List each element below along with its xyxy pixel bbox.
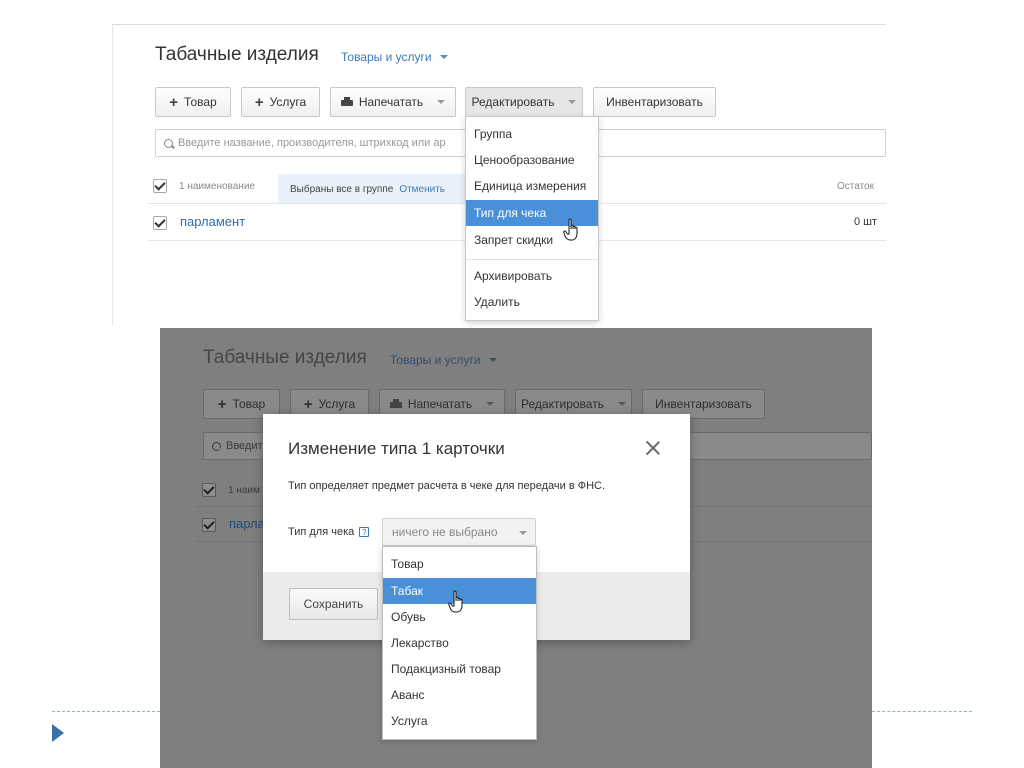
- bottom-screenshot: Табачные изделия Товары и услуги + Товар…: [160, 328, 872, 768]
- chevron-down-icon: [437, 100, 446, 104]
- page-title: Табачные изделия: [203, 347, 367, 368]
- product-name-link[interactable]: парламент: [180, 214, 245, 229]
- printer-icon: [340, 97, 353, 107]
- stock-column-header: Остаток: [837, 181, 874, 192]
- save-button[interactable]: Сохранить: [289, 588, 378, 620]
- edit-button[interactable]: Редактировать: [465, 87, 583, 117]
- print-label: Напечатать: [358, 95, 424, 109]
- close-icon[interactable]: [644, 439, 662, 457]
- chevron-down-icon: [519, 531, 527, 535]
- decorative-line: [52, 711, 160, 712]
- plus-icon: +: [254, 93, 264, 111]
- print-button[interactable]: Напечатать: [330, 87, 456, 117]
- add-service-label: Услуга: [269, 95, 307, 109]
- frame-border: [112, 24, 886, 25]
- option-medicine[interactable]: Лекарство: [383, 630, 536, 656]
- hand-cursor-icon: [448, 590, 463, 613]
- inventory-label: Инвентаризовать: [655, 397, 752, 411]
- frame-border: [112, 24, 113, 326]
- modal-description: Тип определяет предмет расчета в чеке дл…: [288, 480, 606, 492]
- add-product-button[interactable]: + Товар: [155, 87, 231, 117]
- triangle-bullet-icon: [52, 724, 64, 742]
- decorative-line: [872, 711, 972, 712]
- receipt-type-label: Тип для чека ?: [288, 526, 370, 538]
- selection-text: Выбраны все в группе: [290, 183, 394, 195]
- option-advance[interactable]: Аванс: [383, 682, 536, 708]
- add-product-label: Товар: [184, 95, 217, 109]
- printer-icon: [389, 399, 402, 409]
- menu-item-archive[interactable]: Архивировать: [466, 263, 598, 289]
- search-placeholder: Введите название, производителя, штрихко…: [178, 137, 446, 149]
- menu-item-unit[interactable]: Единица измерения: [466, 173, 598, 199]
- plus-icon: +: [217, 395, 227, 413]
- help-icon[interactable]: ?: [359, 527, 370, 537]
- menu-item-pricing[interactable]: Ценообразование: [466, 147, 598, 173]
- select-value: ничего не выбрано: [392, 525, 498, 539]
- chevron-down-icon: [486, 402, 495, 406]
- search-icon: [164, 138, 173, 148]
- page-title: Табачные изделия: [155, 44, 319, 65]
- edit-label: Редактировать: [471, 95, 555, 109]
- print-label: Напечатать: [407, 397, 473, 411]
- add-service-label: Услуга: [318, 397, 356, 411]
- category-label: Товары и услуги: [390, 353, 481, 367]
- edit-label: Редактировать: [521, 397, 604, 411]
- chevron-down-icon: [617, 402, 626, 406]
- receipt-type-select[interactable]: ничего не выбрано: [382, 518, 536, 546]
- menu-item-group[interactable]: Группа: [466, 121, 598, 147]
- category-dropdown[interactable]: Товары и услуги: [341, 50, 448, 64]
- modal-title: Изменение типа 1 карточки: [288, 439, 505, 458]
- top-screenshot: Табачные изделия Товары и услуги + Товар…: [112, 24, 886, 326]
- cancel-selection-link[interactable]: Отменить: [399, 184, 445, 195]
- receipt-type-label-text: Тип для чека: [288, 526, 355, 538]
- chevron-down-icon: [568, 100, 577, 104]
- menu-item-delete[interactable]: Удалить: [466, 289, 598, 315]
- search-icon: [212, 441, 221, 451]
- items-count: 1 наименование: [179, 181, 255, 192]
- add-service-button[interactable]: + Услуга: [241, 87, 320, 117]
- receipt-type-options: Товар Табак Обувь Лекарство Подакцизный …: [382, 546, 537, 740]
- plus-icon: +: [303, 395, 313, 413]
- selection-bar: Выбраны все в группе Отменить: [278, 174, 466, 204]
- chevron-down-icon: [488, 358, 497, 362]
- plus-icon: +: [169, 93, 179, 111]
- chevron-down-icon: [439, 55, 448, 59]
- inventory-label: Инвентаризовать: [606, 95, 703, 109]
- hand-cursor-icon: [563, 218, 578, 241]
- select-all-checkbox[interactable]: [153, 179, 167, 193]
- product-stock: 0 шт: [854, 216, 878, 228]
- search-placeholder: Введит: [226, 440, 263, 452]
- category-dropdown: Товары и услуги: [390, 353, 497, 367]
- category-label: Товары и услуги: [341, 50, 432, 64]
- row-checkbox: [202, 518, 216, 532]
- option-service[interactable]: Услуга: [383, 708, 536, 734]
- option-excise[interactable]: Подакцизный товар: [383, 656, 536, 682]
- product-name-link: парла: [229, 516, 265, 531]
- select-all-checkbox: [202, 483, 216, 497]
- add-product-label: Товар: [232, 397, 266, 411]
- option-product[interactable]: Товар: [383, 551, 536, 577]
- items-count: 1 наим: [228, 485, 260, 496]
- menu-divider: [466, 259, 598, 260]
- inventory-button[interactable]: Инвентаризовать: [593, 87, 716, 117]
- row-checkbox[interactable]: [153, 216, 167, 230]
